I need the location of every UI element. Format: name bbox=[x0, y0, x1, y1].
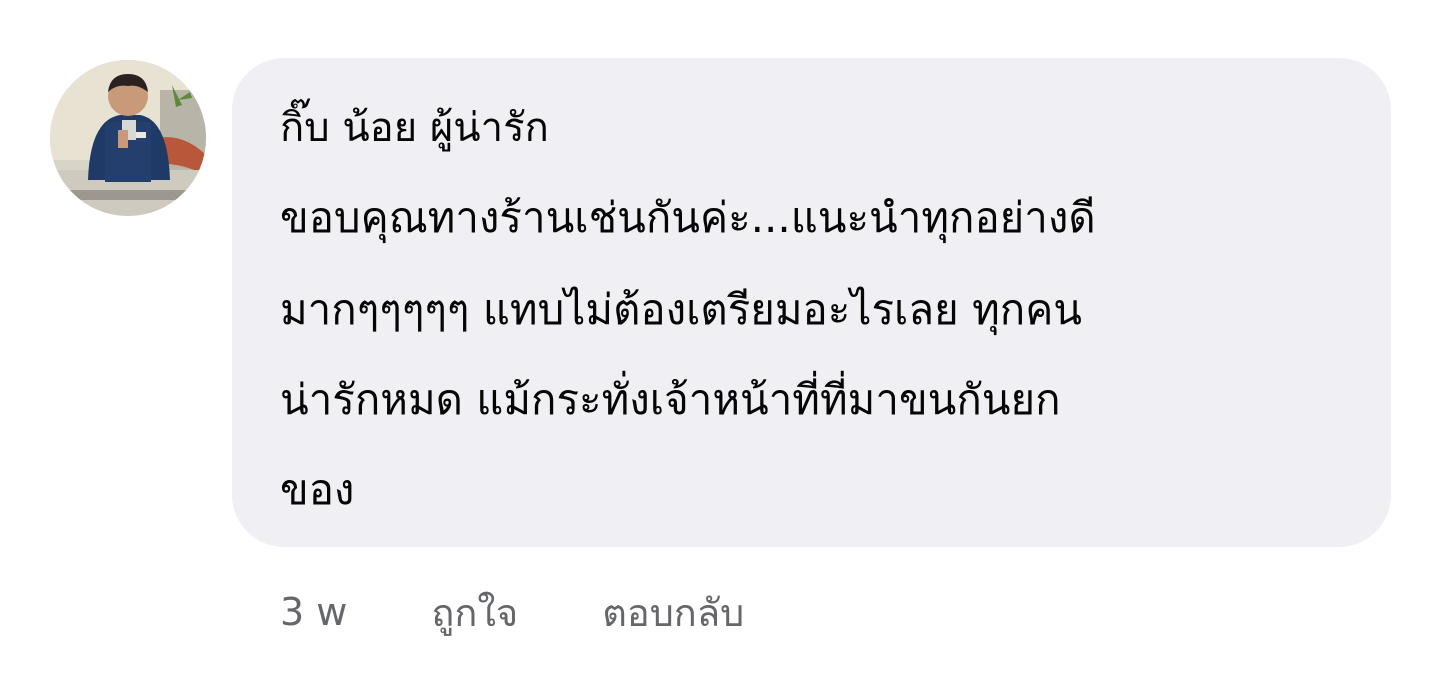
comment-actions: 3 w ถูกใจ ตอบกลับ bbox=[280, 580, 744, 644]
comment-text-line: น่ารักหมด แม้กระทั่งเจ้าหน้าที่ที่มาขนกั… bbox=[280, 375, 1061, 424]
avatar[interactable] bbox=[50, 60, 206, 216]
like-button[interactable]: ถูกใจ bbox=[431, 582, 518, 643]
comment-text-line: มากๆๆๆๆๆ แทบไม่ต้องเตรียมอะไรเลย ทุกคน bbox=[280, 285, 1082, 334]
comment-text-line: ขอบคุณทางร้านเช่นกันค่ะ...แนะนำทุกอย่างด… bbox=[280, 193, 1096, 242]
reply-button[interactable]: ตอบกลับ bbox=[602, 582, 744, 643]
comment-bubble: กิ๊บ น้อย ผู้น่ารัก ขอบคุณทางร้านเช่นกัน… bbox=[232, 58, 1391, 547]
profile-photo-icon bbox=[50, 60, 206, 216]
comment-timestamp[interactable]: 3 w bbox=[280, 590, 347, 634]
comment-text-line: ของ bbox=[280, 465, 355, 514]
comment-author[interactable]: กิ๊บ น้อย ผู้น่ารัก bbox=[280, 98, 549, 158]
